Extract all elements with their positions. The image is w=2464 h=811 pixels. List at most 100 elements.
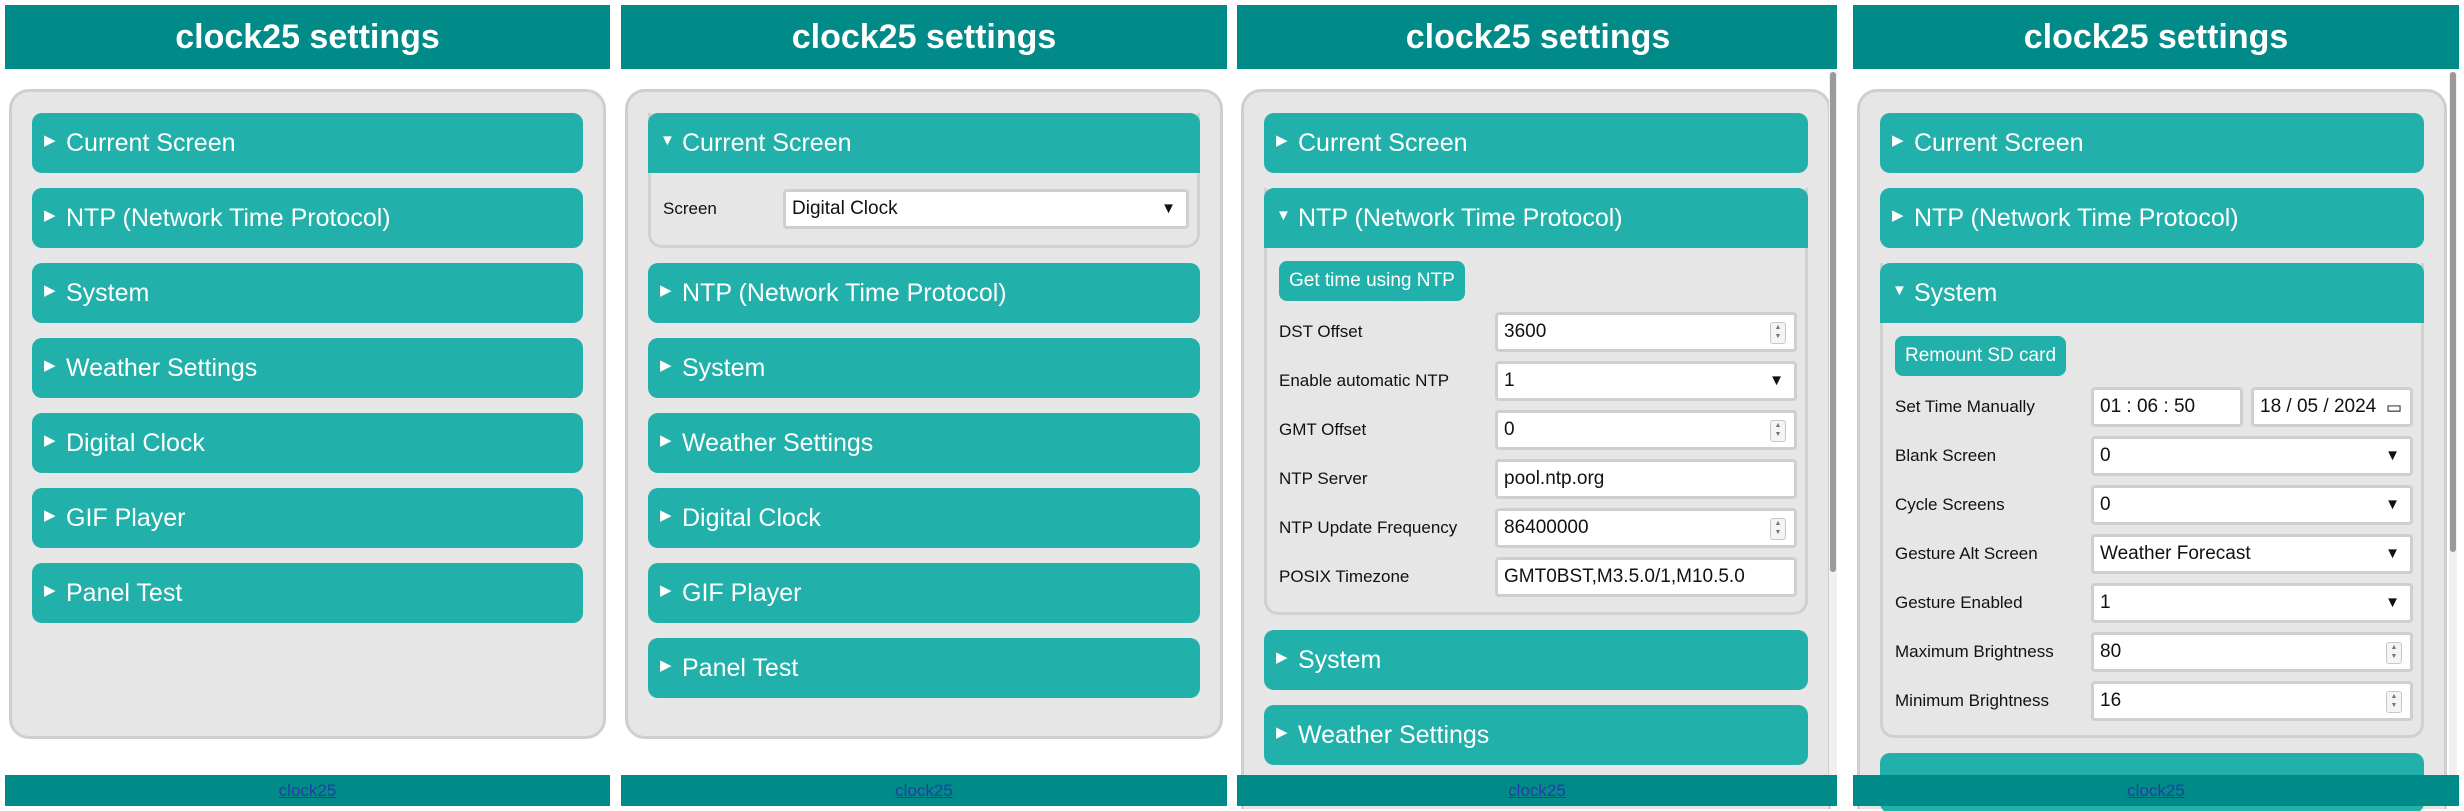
- section-header[interactable]: ▶ Digital Clock: [648, 488, 1200, 548]
- gesture-enabled-row: Gesture Enabled 1 ▼: [1895, 581, 2413, 625]
- get-time-ntp-button[interactable]: Get time using NTP: [1279, 261, 1465, 301]
- blank-screen-value: 0: [2100, 445, 2111, 466]
- gesture-alt-select[interactable]: Weather Forecast ▼: [2091, 534, 2413, 574]
- section-header[interactable]: ▶ NTP (Network Time Protocol): [32, 188, 583, 248]
- cycle-screens-label: Cycle Screens: [1895, 495, 2005, 514]
- remount-sd-button[interactable]: Remount SD card: [1895, 336, 2067, 376]
- spinner-icon[interactable]: ▲ ▼: [2386, 691, 2402, 713]
- section-header[interactable]: ▶ Current Screen: [1264, 113, 1808, 173]
- ntp-server-row: NTP Server pool.ntp.org: [1279, 457, 1797, 501]
- expand-arrow-icon: ▶: [44, 282, 56, 300]
- screen-row: Screen Digital Clock ▼: [663, 187, 1189, 231]
- section-system[interactable]: ▼ System Remount SD card Set Time Manuall…: [1880, 263, 2424, 738]
- gmt-offset-row: GMT Offset 0 ▲ ▼: [1279, 408, 1797, 452]
- section-header[interactable]: ▶ NTP (Network Time Protocol): [648, 263, 1200, 323]
- section-header[interactable]: ▶ GIF Player: [648, 563, 1200, 623]
- section-header[interactable]: ▶ Weather Settings: [32, 338, 583, 398]
- footer-link[interactable]: clock25: [1508, 781, 1566, 800]
- gmt-offset-input[interactable]: 0 ▲ ▼: [1495, 410, 1797, 450]
- spinner-icon[interactable]: ▲ ▼: [1770, 518, 1786, 540]
- section-title: Panel Test: [682, 654, 799, 682]
- auto-ntp-select[interactable]: 1 ▼: [1495, 361, 1797, 401]
- section-header[interactable]: ▼ NTP (Network Time Protocol): [1264, 188, 1808, 248]
- section-title: NTP (Network Time Protocol): [682, 279, 1007, 307]
- expand-arrow-icon: ▶: [44, 207, 56, 225]
- posix-timezone-value: GMT0BST,M3.5.0/1,M10.5.0: [1504, 566, 1745, 587]
- date-input[interactable]: 18 / 05 / 2024 ▭: [2251, 387, 2413, 427]
- scrollbar[interactable]: [1829, 72, 1837, 775]
- gmt-offset-label: GMT Offset: [1279, 420, 1367, 439]
- section-header[interactable]: ▶ System: [1264, 630, 1808, 690]
- section-current-screen[interactable]: ▼ Current Screen Screen Digital Clock ▼: [648, 113, 1200, 248]
- spinner-icon[interactable]: ▲ ▼: [1770, 420, 1786, 442]
- posix-timezone-input[interactable]: GMT0BST,M3.5.0/1,M10.5.0: [1495, 557, 1797, 597]
- blank-screen-select[interactable]: 0 ▼: [2091, 436, 2413, 476]
- expand-arrow-icon: ▶: [44, 507, 56, 525]
- scrollbar[interactable]: [2449, 72, 2457, 775]
- expand-arrow-icon: ▶: [1276, 649, 1288, 667]
- calendar-icon[interactable]: ▭: [2386, 391, 2402, 424]
- footer: clock25: [5, 775, 610, 806]
- section-header[interactable]: ▶ Digital Clock: [32, 413, 583, 473]
- set-time-label: Set Time Manually: [1895, 397, 2035, 416]
- set-time-row: Set Time Manually 01 : 06 : 50 18 / 05 /…: [1895, 385, 2413, 429]
- dst-offset-input[interactable]: 3600 ▲ ▼: [1495, 312, 1797, 352]
- section-header[interactable]: ▶ GIF Player: [32, 488, 583, 548]
- panel-ntp: clock25 settings ▶ Current Screen ▼ NTP (N…: [1237, 0, 1837, 811]
- dst-offset-row: DST Offset 3600 ▲ ▼: [1279, 310, 1797, 354]
- ntp-frequency-row: NTP Update Frequency 86400000 ▲ ▼: [1279, 506, 1797, 550]
- section-header[interactable]: ▶ NTP (Network Time Protocol): [1880, 188, 2424, 248]
- section-title: System: [682, 354, 766, 382]
- cycle-screens-select[interactable]: 0 ▼: [2091, 485, 2413, 525]
- ntp-server-input[interactable]: pool.ntp.org: [1495, 459, 1797, 499]
- chevron-down-icon: ▼: [1161, 200, 1176, 217]
- section-ntp[interactable]: ▼ NTP (Network Time Protocol) Get time us…: [1264, 188, 1808, 615]
- spinner-icon[interactable]: ▲ ▼: [2386, 642, 2402, 664]
- section-title: System: [1298, 646, 1382, 674]
- section-title: Digital Clock: [682, 504, 821, 532]
- section-header[interactable]: ▶ Weather Settings: [648, 413, 1200, 473]
- expand-arrow-icon: ▶: [660, 357, 672, 375]
- auto-ntp-row: Enable automatic NTP 1 ▼: [1279, 359, 1797, 403]
- expand-arrow-icon: ▶: [1892, 132, 1904, 150]
- section-title: Panel Test: [66, 579, 183, 607]
- footer-link[interactable]: clock25: [279, 781, 337, 800]
- time-input[interactable]: 01 : 06 : 50: [2091, 387, 2243, 427]
- section-header[interactable]: ▶ System: [32, 263, 583, 323]
- screen-select[interactable]: Digital Clock ▼: [783, 189, 1189, 229]
- footer-link[interactable]: clock25: [895, 781, 953, 800]
- section-header[interactable]: ▶ Panel Test: [32, 563, 583, 623]
- collapse-arrow-icon: ▼: [1276, 207, 1291, 225]
- min-brightness-row: Minimum Brightness 16 ▲ ▼: [1895, 679, 2413, 723]
- section-header[interactable]: ▼ Current Screen: [648, 113, 1200, 173]
- section-header[interactable]: ▶ Current Screen: [32, 113, 583, 173]
- section-header[interactable]: ▼ System: [1880, 263, 2424, 323]
- gesture-enabled-select[interactable]: 1 ▼: [2091, 583, 2413, 623]
- gesture-enabled-label: Gesture Enabled: [1895, 593, 2023, 612]
- section-header[interactable]: ▶ Panel Test: [648, 638, 1200, 698]
- settings-container: ▶ Current Screen ▼ NTP (Network Time Proto…: [1241, 89, 1831, 809]
- auto-ntp-value: 1: [1504, 370, 1515, 391]
- gesture-enabled-value: 1: [2100, 592, 2111, 613]
- section-title: GIF Player: [66, 504, 186, 532]
- settings-container: ▼ Current Screen Screen Digital Clock ▼ ▶ N…: [625, 89, 1223, 739]
- footer-link[interactable]: clock25: [2127, 781, 2185, 800]
- dst-offset-label: DST Offset: [1279, 322, 1363, 341]
- max-brightness-input[interactable]: 80 ▲ ▼: [2091, 632, 2413, 672]
- section-header[interactable]: ▶ Current Screen: [1880, 113, 2424, 173]
- posix-timezone-row: POSIX Timezone GMT0BST,M3.5.0/1,M10.5.0: [1279, 555, 1797, 599]
- section-header[interactable]: ▶ Weather Settings: [1264, 705, 1808, 765]
- section-header[interactable]: ▶ System: [648, 338, 1200, 398]
- scrollbar-thumb[interactable]: [1830, 72, 1836, 572]
- min-brightness-input[interactable]: 16 ▲ ▼: [2091, 681, 2413, 721]
- ntp-frequency-input[interactable]: 86400000 ▲ ▼: [1495, 508, 1797, 548]
- screen-select-value: Digital Clock: [792, 198, 898, 219]
- date-value: 18 / 05 / 2024: [2260, 396, 2377, 417]
- scrollbar-thumb[interactable]: [2450, 72, 2456, 552]
- spinner-icon[interactable]: ▲ ▼: [1770, 322, 1786, 344]
- section-title: Weather Settings: [682, 429, 874, 457]
- panel-system: clock25 settings ▶ Current Screen ▶ NTP (N…: [1853, 0, 2459, 811]
- section-title: NTP (Network Time Protocol): [1298, 204, 1623, 232]
- expand-arrow-icon: ▶: [1892, 207, 1904, 225]
- section-title: GIF Player: [682, 579, 802, 607]
